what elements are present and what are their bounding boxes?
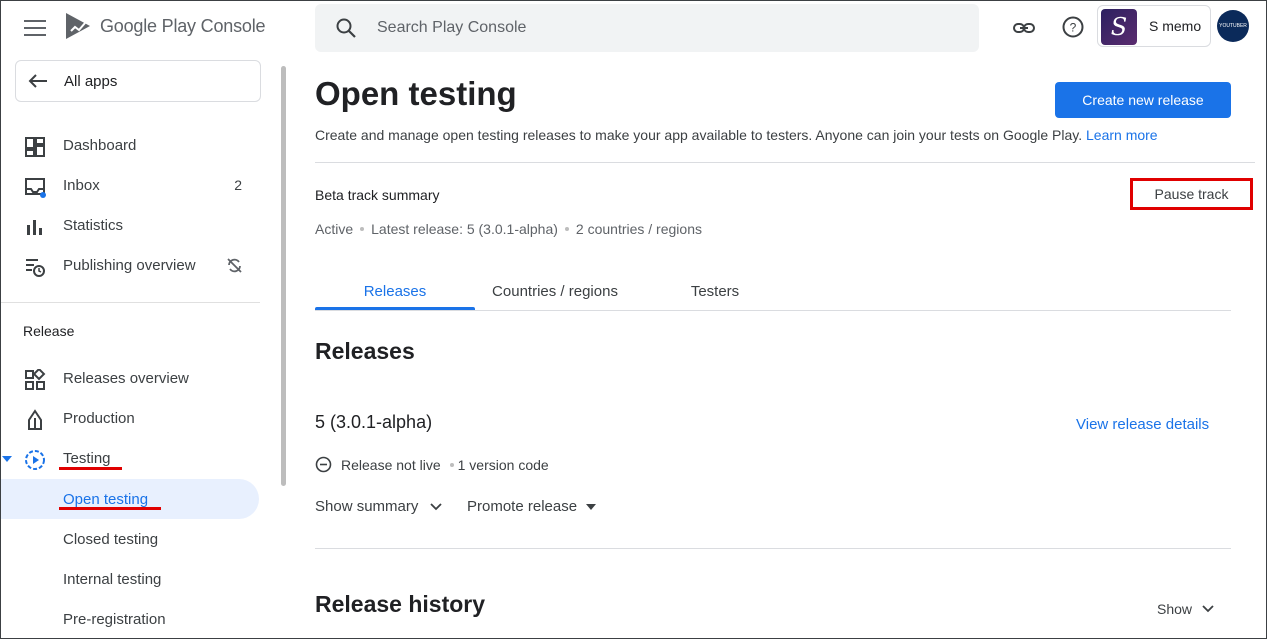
create-new-release-button[interactable]: Create new release bbox=[1055, 82, 1231, 118]
sidebar-subitem-closed-testing[interactable]: Closed testing bbox=[63, 531, 158, 548]
sidebar-item-testing[interactable]: Testing bbox=[0, 439, 260, 479]
sidebar-subitem-pre-registration[interactable]: Pre-registration bbox=[63, 611, 166, 628]
promote-release-label: Promote release bbox=[467, 498, 578, 515]
sidebar-item-label: Publishing overview bbox=[63, 257, 196, 274]
sidebar-item-label: Releases overview bbox=[63, 370, 189, 387]
sync-disabled-icon bbox=[227, 258, 242, 273]
latest-release: Latest release: 5 (3.0.1-alpha) bbox=[371, 221, 558, 237]
sidebar-item-label: Testing bbox=[63, 450, 111, 467]
account-switcher[interactable]: S S memo bbox=[1097, 5, 1211, 47]
release-history-heading: Release history bbox=[315, 591, 486, 617]
sidebar-scrollbar[interactable] bbox=[281, 66, 286, 486]
menu-icon[interactable] bbox=[24, 20, 46, 36]
sidebar-item-releases-overview[interactable]: Releases overview bbox=[0, 359, 260, 399]
countries-count: 2 countries / regions bbox=[575, 221, 702, 237]
divider bbox=[315, 548, 1231, 549]
sidebar-item-production[interactable]: Production bbox=[0, 399, 260, 439]
testing-icon bbox=[25, 450, 45, 470]
page-description: Create and manage open testing releases … bbox=[315, 127, 1158, 143]
search-icon bbox=[336, 18, 356, 38]
tab-testers[interactable]: Testers bbox=[635, 283, 795, 300]
description-text: Create and manage open testing releases … bbox=[315, 127, 1083, 143]
sidebar-item-statistics[interactable]: Statistics bbox=[0, 206, 260, 246]
search-bar[interactable]: Search Play Console bbox=[315, 4, 979, 52]
sidebar-item-dashboard[interactable]: Dashboard bbox=[0, 126, 260, 166]
tab-countries-regions[interactable]: Countries / regions bbox=[475, 283, 635, 300]
chevron-down-icon bbox=[1202, 605, 1214, 613]
search-input[interactable]: Search Play Console bbox=[377, 19, 526, 37]
play-console-logo-icon bbox=[66, 13, 90, 39]
app-name: Google Play Console bbox=[100, 15, 266, 36]
svg-text:?: ? bbox=[1070, 21, 1077, 35]
tabs-divider bbox=[315, 310, 1231, 311]
show-summary-dropdown[interactable]: Show summary bbox=[315, 498, 443, 515]
divider bbox=[315, 162, 1255, 163]
sidebar-item-label: Production bbox=[63, 410, 135, 427]
sidebar-section-release: Release bbox=[23, 323, 75, 339]
releases-heading: Releases bbox=[315, 338, 415, 364]
highlight-underline bbox=[59, 507, 161, 510]
highlight-underline bbox=[59, 467, 122, 470]
sidebar-subitem-open-testing[interactable]: Open testing bbox=[63, 491, 148, 508]
not-live-icon bbox=[315, 456, 332, 473]
arrow-back-icon bbox=[28, 74, 47, 88]
caret-down-icon bbox=[586, 503, 597, 510]
separator-dot bbox=[564, 227, 569, 231]
sidebar-item-label: Inbox bbox=[63, 177, 100, 194]
separator-dot bbox=[360, 227, 365, 231]
production-icon bbox=[28, 409, 42, 430]
app-avatar: S bbox=[1101, 9, 1137, 45]
show-history-button[interactable]: Show bbox=[1157, 601, 1215, 617]
page-title: Open testing bbox=[315, 75, 517, 112]
pause-track-button[interactable]: Pause track bbox=[1130, 178, 1253, 210]
all-apps-label: All apps bbox=[64, 73, 118, 90]
tab-releases[interactable]: Releases bbox=[315, 283, 475, 300]
help-icon[interactable]: ? bbox=[1062, 16, 1084, 38]
show-label: Show bbox=[1157, 601, 1193, 617]
sidebar-item-inbox[interactable]: Inbox 2 bbox=[0, 166, 260, 206]
separator-dot bbox=[449, 462, 454, 467]
google-play-console-logo[interactable]: Google Play Console bbox=[64, 11, 266, 41]
user-avatar[interactable]: YOUTUBER bbox=[1217, 10, 1249, 42]
release-name: 5 (3.0.1-alpha) bbox=[315, 412, 433, 432]
learn-more-link[interactable]: Learn more bbox=[1086, 127, 1158, 143]
show-summary-label: Show summary bbox=[315, 498, 419, 515]
releases-overview-icon bbox=[25, 369, 46, 390]
link-icon[interactable] bbox=[1013, 17, 1035, 39]
dashboard-icon bbox=[25, 137, 45, 157]
view-release-details-link[interactable]: View release details bbox=[1076, 416, 1209, 433]
version-code-count: 1 version code bbox=[457, 456, 549, 473]
track-status: Active bbox=[315, 221, 354, 237]
promote-release-dropdown[interactable]: Promote release bbox=[467, 498, 597, 515]
sidebar-item-label: Statistics bbox=[63, 217, 124, 234]
statistics-icon bbox=[27, 220, 42, 235]
publishing-overview-icon bbox=[26, 259, 45, 277]
release-status: Release not live bbox=[341, 456, 441, 473]
track-meta: Active Latest release: 5 (3.0.1-alpha) 2… bbox=[315, 221, 702, 237]
sidebar-item-label: Dashboard bbox=[63, 137, 137, 154]
track-summary-title: Beta track summary bbox=[315, 187, 440, 203]
all-apps-button[interactable]: All apps bbox=[15, 60, 261, 102]
release-status-row: Release not live 1 version code bbox=[315, 456, 549, 473]
sidebar-divider bbox=[0, 302, 260, 303]
sidebar-subitem-internal-testing[interactable]: Internal testing bbox=[63, 571, 161, 588]
chevron-down-icon bbox=[430, 502, 442, 510]
inbox-count: 2 bbox=[234, 177, 242, 193]
account-name: S memo bbox=[1149, 18, 1202, 34]
inbox-icon bbox=[25, 178, 46, 198]
sidebar-item-publishing-overview[interactable]: Publishing overview bbox=[0, 246, 260, 286]
